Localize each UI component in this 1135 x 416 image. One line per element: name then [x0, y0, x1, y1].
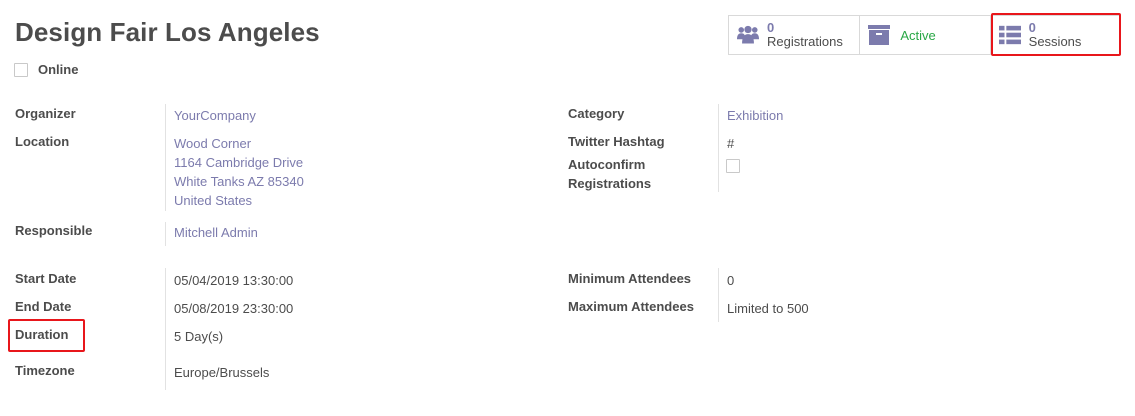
stat-button-box: 0 Registrations Active 0 Sessions: [728, 15, 1121, 55]
left-column-divider-2: [165, 222, 166, 246]
max-attendees-value[interactable]: Limited to 500: [727, 299, 809, 318]
online-field: Online: [14, 62, 78, 77]
twitter-hashtag-label: Twitter Hashtag: [568, 134, 665, 149]
category-link[interactable]: Exhibition: [727, 106, 783, 125]
address-line: United States: [174, 193, 253, 208]
twitter-hashtag-value[interactable]: #: [727, 134, 734, 153]
registrations-label: Registrations: [767, 34, 843, 49]
end-date-label: End Date: [15, 299, 72, 314]
max-attendees-label: Maximum Attendees: [568, 299, 694, 314]
event-title: Design Fair Los Angeles: [15, 17, 320, 47]
location-label: Location: [15, 134, 70, 149]
address-line: Wood Corner: [174, 136, 252, 151]
location-address[interactable]: Wood Corner 1164 Cambridge Drive White T…: [174, 134, 304, 210]
timezone-value[interactable]: Europe/Brussels: [174, 363, 269, 382]
duration-value: 5 Day(s): [174, 329, 224, 344]
category-label: Category: [568, 106, 625, 121]
autoconfirm-label: Autoconfirm Registrations: [568, 155, 651, 193]
autoconfirm-checkbox[interactable]: [726, 159, 740, 173]
autoconfirm-label-line: Registrations: [568, 176, 652, 191]
list-icon: [998, 24, 1021, 46]
responsible-link[interactable]: Mitchell Admin: [174, 223, 258, 242]
active-label: Active: [900, 27, 936, 43]
registrations-stat: 0 Registrations: [767, 21, 843, 49]
active-toggle-button[interactable]: Active: [859, 16, 990, 54]
left-column-divider-3: [165, 268, 166, 390]
registrations-count: 0: [767, 20, 775, 35]
address-line: White Tanks AZ 85340: [174, 174, 304, 189]
address-line: 1164 Cambridge Drive: [174, 155, 304, 170]
online-label: Online: [38, 62, 79, 77]
archive-box-icon: [868, 24, 891, 46]
duration-label: Duration: [15, 327, 69, 342]
min-attendees-label: Minimum Attendees: [568, 271, 692, 286]
autoconfirm-label-line: Autoconfirm: [568, 157, 646, 172]
registrations-button[interactable]: 0 Registrations: [729, 16, 860, 54]
sessions-button[interactable]: 0 Sessions: [989, 16, 1120, 54]
timezone-label: Timezone: [15, 363, 75, 378]
organizer-label: Organizer: [15, 106, 76, 121]
left-column-divider-1: [165, 104, 166, 211]
right-column-divider-1: [718, 104, 719, 192]
right-column-divider-2: [718, 268, 719, 322]
online-checkbox[interactable]: [14, 62, 28, 77]
users-icon: [737, 24, 759, 46]
start-date-value[interactable]: 05/04/2019 13:30:00: [174, 271, 293, 290]
organizer-link[interactable]: YourCompany: [174, 106, 256, 125]
end-date-value[interactable]: 05/08/2019 23:30:00: [174, 299, 293, 318]
responsible-label: Responsible: [15, 223, 93, 238]
sessions-count: 0: [1028, 20, 1036, 35]
min-attendees-value[interactable]: 0: [727, 271, 734, 290]
sessions-label: Sessions: [1028, 34, 1082, 49]
start-date-label: Start Date: [15, 271, 77, 286]
sessions-stat: 0 Sessions: [1029, 21, 1082, 49]
